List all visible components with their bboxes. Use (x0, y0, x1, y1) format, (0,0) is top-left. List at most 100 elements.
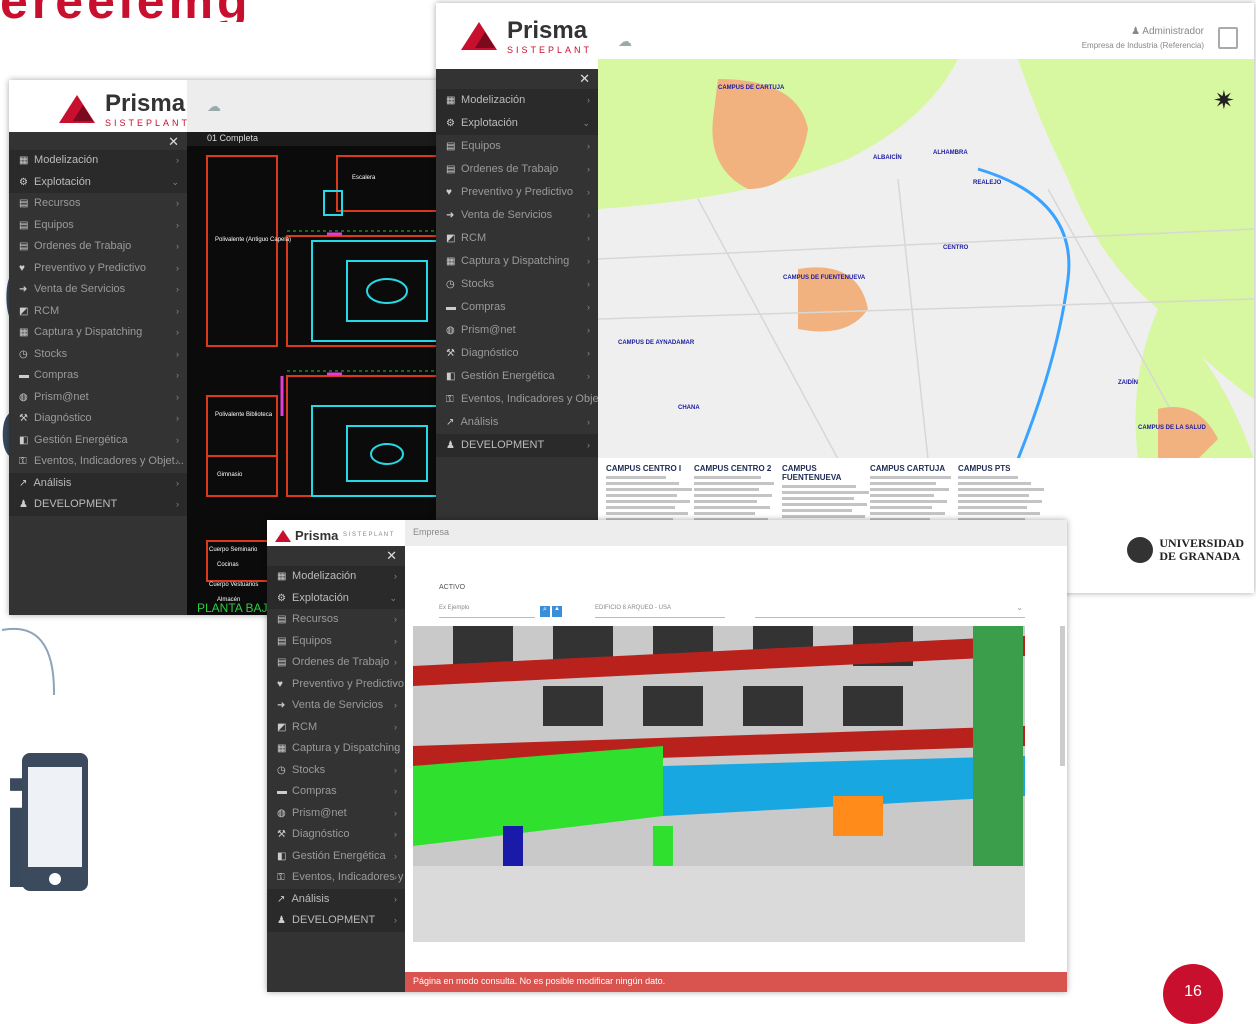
sidebar-item-an-lisis[interactable]: ↗ Análisis › (436, 411, 598, 434)
sidebar-item-stocks[interactable]: ◷ Stocks › (9, 344, 187, 366)
sidebar-item-label: Recursos (31, 197, 81, 209)
sidebar-item-modelizaci-n[interactable]: ▦ Modelización › (9, 150, 187, 172)
chevron-right-icon: › (394, 850, 397, 861)
map-label: CHANA (678, 405, 700, 411)
chevron-right-icon: › (176, 391, 179, 402)
sidebar-item-modelizaci-n[interactable]: ▦ Modelización › (267, 566, 405, 588)
sidebar-item-diagn-stico[interactable]: ⚒ Diagnóstico › (267, 824, 405, 846)
user-info[interactable]: ♟ Administrador Empresa de Industria (Re… (1082, 25, 1204, 53)
sidebar-item-stocks[interactable]: ◷ Stocks › (436, 273, 598, 296)
filter-select[interactable]: ⌄ (755, 603, 1025, 618)
list-icon: ▤ (19, 241, 29, 252)
sidebar-item-label: RCM (458, 232, 487, 244)
sidebar-item-development[interactable]: ♟ DEVELOPMENT › (9, 494, 187, 516)
chevron-right-icon: › (176, 284, 179, 294)
sidebar-item-preventivo-y-predictivo[interactable]: ♥ Preventivo y Predictivo › (436, 181, 598, 204)
sidebar-item-prism-net[interactable]: ◍ Prism@net › (9, 387, 187, 409)
sidebar-item-diagn-stico[interactable]: ⚒ Diagnóstico › (436, 342, 598, 365)
sidebar-item-recursos[interactable]: ▤ Recursos › (9, 193, 187, 215)
campus-map[interactable]: CAMPUS DE CARTUJA ALBAICÍN ALHAMBRA REAL… (597, 59, 1254, 593)
sidebar-item-equipos[interactable]: ▤ Equipos › (267, 631, 405, 653)
sidebar-item-rcm[interactable]: ◩ RCM › (436, 227, 598, 250)
heart-icon: ♥ (19, 262, 25, 274)
sidebar-item-development[interactable]: ♟ DEVELOPMENT › (436, 434, 598, 457)
chevron-right-icon: › (176, 434, 179, 445)
sidebar-item-ordenes-de-trabajo[interactable]: ▤ Ordenes de Trabajo › (9, 236, 187, 258)
scrollbar[interactable] (1060, 626, 1065, 766)
sidebar-item-label: Captura y Dispatching (289, 742, 401, 754)
cad-label: Cuerpo Seminario (209, 547, 258, 553)
search-icon[interactable]: ⌕ (540, 606, 550, 617)
sidebar-item-explotaci-n[interactable]: ⚙ Explotación ⌄ (267, 587, 405, 609)
bolt-icon: ◧ (446, 371, 456, 382)
chevron-right-icon: › (176, 348, 179, 359)
sidebar-item-prism-net[interactable]: ◍ Prism@net › (436, 319, 598, 342)
sidebar-item-explotaci-n[interactable]: ⚙ Explotación ⌄ (436, 112, 598, 135)
chevron-right-icon: › (176, 477, 179, 488)
sidebar-item-ordenes-de-trabajo[interactable]: ▤ Ordenes de Trabajo › (267, 652, 405, 674)
close-icon[interactable]: ✕ (386, 548, 397, 564)
sidebar-item-stocks[interactable]: ◷ Stocks › (267, 760, 405, 782)
sidebar-item-label: RCM (31, 304, 60, 317)
logout-icon[interactable] (1218, 27, 1238, 49)
close-icon[interactable]: ✕ (579, 71, 590, 87)
sidebar: ✕ ▦ Modelización › ⚙ Explotación ⌄ ▤ Recurso… (9, 132, 187, 615)
sidebar-item-captura-y-dispatching[interactable]: ▦ Captura y Dispatching › (267, 738, 405, 760)
map-label: CAMPUS DE FUENTENUEVA (783, 275, 866, 281)
brand-logo: Prisma SISTEPLANT (59, 90, 190, 128)
sidebar-item-label: Prism@net (31, 390, 89, 403)
sidebar-item-an-lisis[interactable]: ↗ Análisis › (9, 472, 187, 494)
sidebar-item-venta-de-servicios[interactable]: ➜ Venta de Servicios › (267, 695, 405, 717)
calendar-icon: ▦ (277, 743, 287, 754)
sidebar-item-venta-de-servicios[interactable]: ➜ Venta de Servicios › (436, 204, 598, 227)
sidebar-item-compras[interactable]: ▬ Compras › (267, 781, 405, 803)
close-icon[interactable]: ✕ (168, 134, 179, 150)
sidebar-item-gesti-n-energ-tica[interactable]: ◧ Gestión Energética › (9, 430, 187, 452)
sidebar-item-gesti-n-energ-tica[interactable]: ◧ Gestión Energética › (436, 365, 598, 388)
sidebar-item-ordenes-de-trabajo[interactable]: ▤ Ordenes de Trabajo › (436, 158, 598, 181)
people-icon: ♟ (19, 499, 28, 510)
rcm-icon: ◩ (19, 305, 29, 317)
sidebar-item-equipos[interactable]: ▤ Equipos › (9, 215, 187, 237)
sidebar-item-captura-y-dispatching[interactable]: ▦ Captura y Dispatching › (436, 250, 598, 273)
sidebar-item-compras[interactable]: ▬ Compras › (436, 296, 598, 319)
sidebar-item-compras[interactable]: ▬ Compras › (9, 365, 187, 387)
sidebar-item-eventos-indicadores-y-objet[interactable]: ⚿ Eventos, Indicadores y Objet...› (9, 451, 187, 473)
sidebar-item-venta-de-servicios[interactable]: ➜ Venta de Servicios › (9, 279, 187, 301)
sidebar-item-preventivo-y-predictivo[interactable]: ♥ Preventivo y Predictivo › (267, 674, 405, 696)
chevron-right-icon: › (587, 187, 590, 197)
sidebar-item-an-lisis[interactable]: ↗ Análisis › (267, 888, 405, 910)
sidebar-item-development[interactable]: ♟ DEVELOPMENT › (267, 910, 405, 932)
sidebar-item-equipos[interactable]: ▤ Equipos › (436, 135, 598, 158)
sidebar-item-eventos-indicadores-y-objet[interactable]: ⚿ Eventos, Indicadores y Objet...› (436, 388, 598, 411)
warning-icon[interactable]: ▲ (552, 606, 562, 617)
sidebar-item-recursos[interactable]: ▤ Recursos › (267, 609, 405, 631)
sidebar-item-label: Compras (289, 785, 337, 797)
list-icon: ▤ (277, 635, 287, 647)
sidebar-item-preventivo-y-predictivo[interactable]: ♥ Preventivo y Predictivo › (9, 258, 187, 280)
sidebar-item-eventos-indicadores-y-objet[interactable]: ⚿ Eventos, Indicadores y Objet...› (267, 867, 405, 889)
sidebar-item-explotaci-n[interactable]: ⚙ Explotación ⌄ (9, 171, 187, 193)
sidebar-item-label: Stocks (458, 278, 495, 290)
bim-3d-viewer[interactable] (413, 626, 1025, 942)
sidebar-item-captura-y-dispatching[interactable]: ▦ Captura y Dispatching › (9, 322, 187, 344)
cad-label: Polivalente Biblioteca (215, 412, 273, 418)
chart-icon: ↗ (19, 477, 28, 489)
tab-completa[interactable]: 01 Completa (207, 133, 258, 143)
sidebar-item-gesti-n-energ-tica[interactable]: ◧ Gestión Energética › (267, 846, 405, 868)
chevron-right-icon: › (394, 872, 397, 882)
building-filter[interactable]: EDIFICIO 8 ARQUEO - USA (595, 605, 725, 618)
sidebar-item-modelizaci-n[interactable]: ▦ Modelización › (436, 89, 598, 112)
sidebar-item-diagn-stico[interactable]: ⚒ Diagnóstico › (9, 408, 187, 430)
sidebar-item-label: Análisis (458, 416, 499, 428)
sidebar-item-rcm[interactable]: ◩ RCM › (267, 717, 405, 739)
chevron-right-icon: › (587, 440, 590, 450)
sidebar-item-label: Equipos (31, 218, 74, 231)
chevron-right-icon: › (394, 700, 397, 710)
sidebar-item-rcm[interactable]: ◩ RCM › (9, 301, 187, 323)
sidebar-item-label: Ordenes de Trabajo (458, 163, 559, 175)
sidebar-item-label: Eventos, Indicadores y Objet... (31, 455, 184, 467)
asset-search-input[interactable]: Ex Ejemplo (439, 605, 535, 618)
sidebar-item-prism-net[interactable]: ◍ Prism@net › (267, 803, 405, 825)
sidebar-item-label: Venta de Servicios (31, 283, 126, 295)
